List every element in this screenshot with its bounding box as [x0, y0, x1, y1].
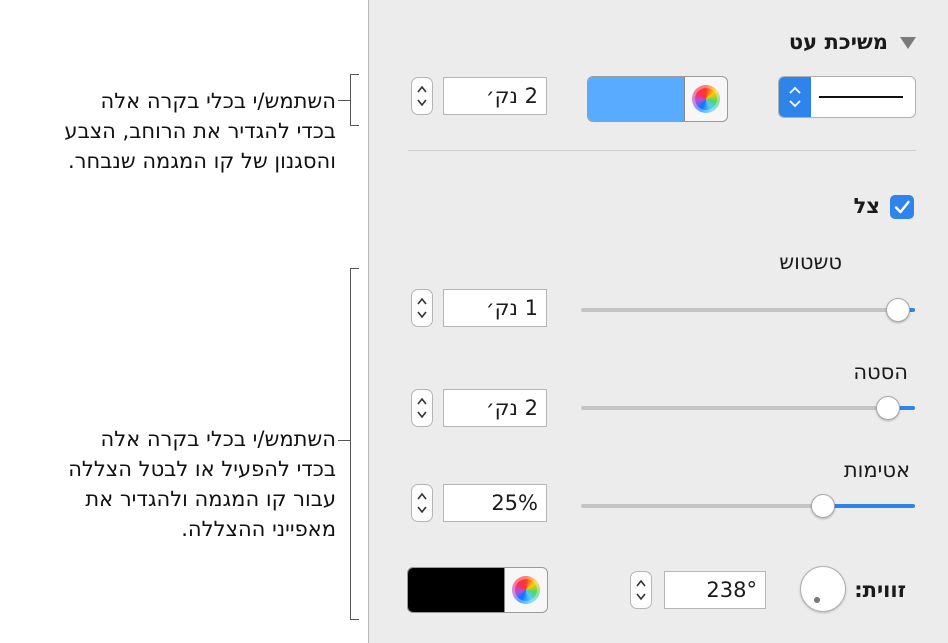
callout-stroke: השתמש/י בכלי בקרה אלה בכדי להגדיר את הרו…: [0, 86, 336, 176]
opacity-label: אטימות: [843, 458, 910, 482]
callout-shadow: השתמש/י בכלי בקרה אלה בכדי להפעיל או לבט…: [0, 424, 336, 544]
offset-field[interactable]: 2 נק׳: [443, 389, 547, 427]
callout-shadow-line-2: בכדי להפעיל או לבטל הצללה: [68, 457, 336, 481]
stroke-width-stepper[interactable]: [411, 77, 433, 115]
color-wheel-icon[interactable]: [692, 85, 720, 113]
opacity-slider[interactable]: [581, 492, 915, 520]
solid-line-style-icon: [819, 96, 903, 98]
shadow-color-swatch[interactable]: [408, 568, 505, 612]
stroke-section-title: משיכת עט: [788, 30, 888, 54]
callout-shadow-leader: [338, 440, 350, 441]
blur-slider[interactable]: [581, 296, 915, 324]
offset-slider-track: [581, 406, 915, 410]
opacity-stepper[interactable]: [411, 484, 433, 522]
angle-dial[interactable]: [800, 566, 846, 612]
disclosure-triangle-icon[interactable]: [900, 37, 916, 49]
blur-label: טשטוש: [779, 250, 842, 274]
shadow-label: צל: [853, 194, 880, 218]
shadow-checkbox[interactable]: [890, 195, 914, 219]
stroke-section-toggle[interactable]: משיכת עט: [752, 30, 922, 60]
angle-stepper[interactable]: [630, 571, 652, 609]
angle-dial-indicator: [814, 597, 820, 603]
blur-slider-track: [581, 308, 915, 312]
angle-label: זווית:: [854, 578, 906, 602]
section-divider: [408, 150, 916, 151]
offset-slider[interactable]: [581, 394, 915, 422]
callout-shadow-line-1: השתמש/י בכלי בקרה אלה: [100, 427, 336, 451]
opacity-slider-fill: [823, 504, 915, 508]
callout-stroke-line-2: בכדי להגדיר את הרוחב, הצבע: [64, 119, 336, 143]
offset-stepper[interactable]: [411, 389, 433, 427]
opacity-slider-knob[interactable]: [811, 494, 835, 518]
offset-slider-knob[interactable]: [876, 396, 900, 420]
blur-stepper[interactable]: [411, 289, 433, 327]
offset-label: הסטה: [853, 360, 908, 384]
checkmark-icon: [894, 200, 910, 214]
callout-stroke-bracket: [350, 74, 359, 126]
callout-stroke-leader: [338, 100, 350, 101]
angle-field[interactable]: 238°: [664, 571, 766, 609]
shadow-checkbox-row[interactable]: צל: [820, 192, 920, 222]
popup-arrows-icon[interactable]: [779, 77, 811, 117]
stroke-width-field[interactable]: 2 נק׳: [443, 77, 547, 115]
opacity-field[interactable]: 25%: [443, 484, 547, 522]
callout-stroke-line-1: השתמש/י בכלי בקרה אלה: [100, 89, 336, 113]
line-style-popup[interactable]: [778, 76, 916, 118]
stroke-color-well[interactable]: [587, 76, 728, 122]
callout-shadow-line-3: עבור קו המגמה ולהגדיר את: [85, 487, 336, 511]
stroke-color-swatch[interactable]: [588, 77, 685, 121]
blur-slider-knob[interactable]: [886, 298, 910, 322]
callout-stroke-line-3: והסגנון של קו המגמה שנבחר.: [67, 149, 336, 173]
color-wheel-icon[interactable]: [512, 576, 540, 604]
shadow-color-well[interactable]: [407, 567, 548, 613]
callout-shadow-bracket: [350, 268, 359, 620]
callout-shadow-line-4: מאפייני ההצללה.: [181, 517, 336, 541]
blur-field[interactable]: 1 נק׳: [443, 289, 547, 327]
